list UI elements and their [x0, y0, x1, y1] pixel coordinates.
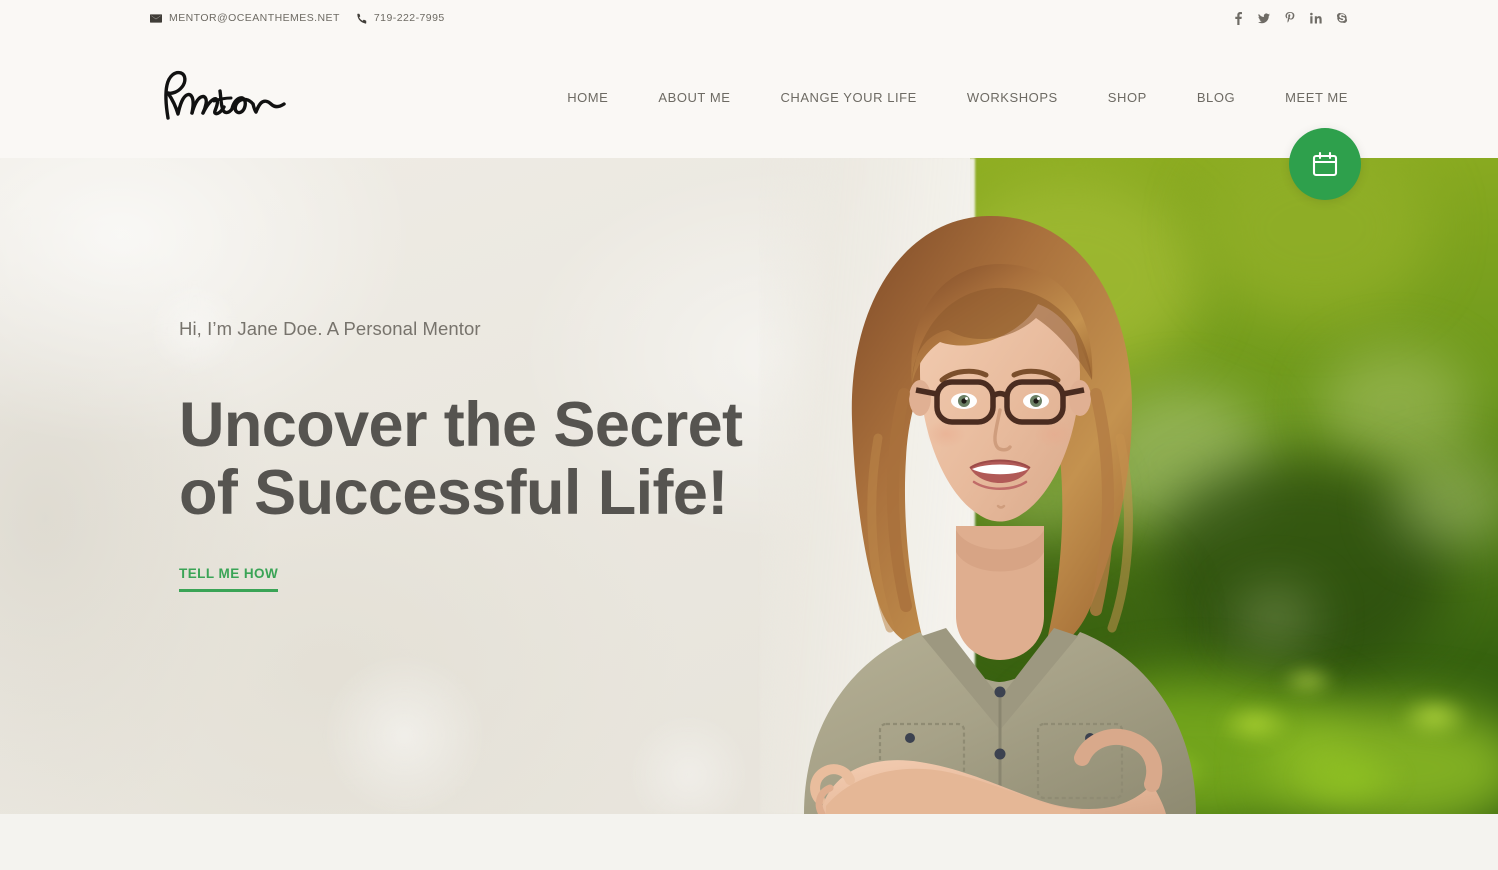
appointment-calendar-button[interactable] — [1289, 128, 1361, 200]
email-link[interactable]: MENTOR@OCEANTHEMES.NET — [150, 12, 340, 24]
nav-item-workshops[interactable]: WORKSHOPS — [942, 84, 1083, 111]
top-bar: MENTOR@OCEANTHEMES.NET 719-222-7995 — [0, 0, 1498, 36]
nav-item-home[interactable]: HOME — [567, 84, 633, 111]
hero-copy-block: Hi, I’m Jane Doe. A Personal Mentor Unco… — [179, 318, 859, 593]
top-bar-inner: MENTOR@OCEANTHEMES.NET 719-222-7995 — [0, 11, 1498, 25]
phone-icon — [356, 13, 367, 24]
facebook-icon[interactable] — [1232, 11, 1244, 25]
nav-item-change-your-life[interactable]: CHANGE YOUR LIFE — [755, 84, 941, 111]
skype-icon[interactable] — [1336, 11, 1348, 25]
envelope-icon — [150, 13, 162, 23]
linkedin-icon[interactable] — [1310, 11, 1322, 25]
hero-subtitle: Hi, I’m Jane Doe. A Personal Mentor — [179, 318, 481, 339]
email-text: MENTOR@OCEANTHEMES.NET — [169, 12, 340, 24]
site-header: HOME ABOUT ME CHANGE YOUR LIFE WORKSHOPS… — [0, 36, 1498, 158]
tell-me-how-button[interactable]: TELL ME HOW — [179, 566, 279, 593]
twitter-icon[interactable] — [1258, 11, 1270, 25]
hero-title-line-2: of Successful Life! — [179, 458, 728, 529]
social-links-group — [1232, 11, 1348, 25]
phone-text: 719-222-7995 — [373, 12, 445, 24]
nav-item-meet-me[interactable]: MEET ME — [1260, 84, 1348, 111]
header-inner: HOME ABOUT ME CHANGE YOUR LIFE WORKSHOPS… — [0, 66, 1498, 128]
site-logo[interactable] — [150, 66, 300, 128]
below-hero-section — [0, 814, 1498, 870]
main-navigation: HOME ABOUT ME CHANGE YOUR LIFE WORKSHOPS… — [567, 84, 1348, 111]
phone-link[interactable]: 719-222-7995 — [356, 12, 445, 24]
nav-item-shop[interactable]: SHOP — [1083, 84, 1172, 111]
nav-item-blog[interactable]: BLOG — [1172, 84, 1260, 111]
hero-title-line-1: Uncover the Secret — [179, 390, 743, 461]
mentor-signature-logo — [164, 70, 286, 120]
landing-page: MENTOR@OCEANTHEMES.NET 719-222-7995 HOME… — [0, 0, 1498, 870]
nav-item-about-me[interactable]: ABOUT ME — [633, 84, 755, 111]
contact-info-group: MENTOR@OCEANTHEMES.NET 719-222-7995 — [150, 12, 445, 24]
calendar-icon — [1310, 149, 1340, 179]
pinterest-icon[interactable] — [1284, 11, 1296, 25]
hero-section: Hi, I’m Jane Doe. A Personal Mentor Unco… — [0, 158, 1498, 814]
hero-title: Uncover the Secret of Successful Life! — [179, 391, 859, 527]
